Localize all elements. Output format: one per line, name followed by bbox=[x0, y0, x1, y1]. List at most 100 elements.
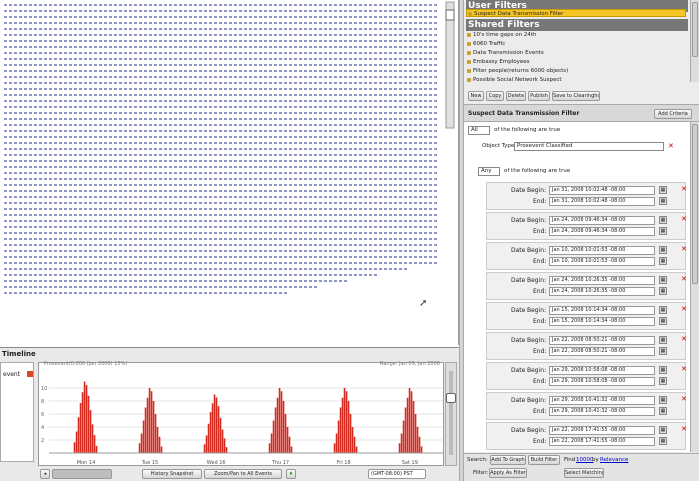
remove-date-icon[interactable]: ✕ bbox=[681, 275, 687, 283]
begin-date-input[interactable]: Jan 29, 2008 10:41:32 -08:00 bbox=[549, 396, 655, 405]
relevance-link[interactable]: Relevance bbox=[600, 457, 628, 463]
histogram-bar[interactable] bbox=[345, 391, 348, 453]
histogram-bar[interactable] bbox=[91, 424, 94, 453]
graph-nodes[interactable] bbox=[4, 4, 437, 294]
histogram-bar[interactable] bbox=[158, 436, 161, 453]
histogram-bar[interactable] bbox=[213, 394, 216, 454]
histogram-bar[interactable] bbox=[138, 443, 141, 453]
filters-scrollbar[interactable] bbox=[690, 0, 699, 82]
begin-date-input[interactable]: Jan 31, 2008 10:02:48 -08:00 bbox=[549, 186, 655, 195]
histogram-bar[interactable] bbox=[160, 446, 163, 454]
remove-date-icon[interactable]: ✕ bbox=[681, 305, 687, 313]
calendar-icon[interactable]: ▦ bbox=[659, 347, 667, 355]
user-filter-item[interactable]: Suspect Data Transmission Filter bbox=[466, 9, 686, 17]
end-date-input[interactable]: Jan 29, 2008 10:58:08 -08:00 bbox=[549, 377, 655, 386]
shared-filter-item[interactable]: Possible Social Network Suspect bbox=[466, 76, 686, 84]
histogram-bar[interactable] bbox=[268, 443, 271, 453]
histogram-bar[interactable] bbox=[333, 443, 336, 453]
graph-zoom-slider[interactable] bbox=[445, 1, 455, 129]
calendar-icon[interactable]: ▦ bbox=[659, 306, 667, 314]
histogram-bar[interactable] bbox=[341, 397, 344, 453]
scrollbar-thumb[interactable] bbox=[692, 124, 698, 284]
calendar-icon[interactable]: ▦ bbox=[659, 426, 667, 434]
end-date-input[interactable]: Jan 22, 2008 17:41:55 -08:00 bbox=[549, 437, 655, 446]
histogram-bar[interactable] bbox=[211, 403, 214, 453]
remove-date-icon[interactable]: ✕ bbox=[681, 365, 687, 373]
histogram-bar[interactable] bbox=[282, 401, 285, 453]
graph-zoom-knob[interactable] bbox=[445, 9, 455, 21]
remove-date-icon[interactable]: ✕ bbox=[681, 245, 687, 253]
histogram-bar[interactable] bbox=[95, 445, 98, 453]
begin-date-input[interactable]: Jan 15, 2008 10:14:34 -08:00 bbox=[549, 306, 655, 315]
timeline-chart-svg[interactable]: 10 8 6 4 2 Mon 14 Tue 15 Wed 16 Thu 17 Fri 18 Sat … bbox=[39, 363, 445, 467]
histogram-bar[interactable] bbox=[335, 433, 338, 454]
day-burst[interactable] bbox=[333, 388, 358, 454]
histogram-bar[interactable] bbox=[205, 435, 208, 453]
calendar-icon[interactable]: ▦ bbox=[659, 197, 667, 205]
histogram-bar[interactable] bbox=[278, 388, 281, 453]
timezone-select[interactable]: (GMT-08:00) PST bbox=[368, 469, 426, 479]
histogram-bar[interactable] bbox=[150, 391, 153, 453]
histogram-bar[interactable] bbox=[398, 443, 401, 453]
zoom-all-button[interactable]: Zoom/Pan to All Events bbox=[204, 469, 282, 479]
calendar-icon[interactable]: ▦ bbox=[659, 317, 667, 325]
calendar-icon[interactable]: ▦ bbox=[659, 227, 667, 235]
save-clearinghouse-button[interactable]: Save to Clearinghouse bbox=[552, 91, 600, 101]
histogram-bar[interactable] bbox=[156, 427, 159, 453]
day-burst[interactable] bbox=[73, 381, 98, 454]
end-date-input[interactable]: Jan 10, 2008 10:01:53 -08:00 bbox=[549, 257, 655, 266]
apply-as-filter-button[interactable]: Apply As Filter bbox=[489, 468, 527, 478]
histogram-bar[interactable] bbox=[83, 381, 86, 454]
histogram-bar[interactable] bbox=[225, 447, 228, 453]
histogram-bar[interactable] bbox=[79, 402, 82, 453]
histogram-bar[interactable] bbox=[270, 433, 273, 454]
calendar-icon[interactable]: ▦ bbox=[659, 216, 667, 224]
histogram-bar[interactable] bbox=[408, 388, 411, 453]
find-count-link[interactable]: 10000 bbox=[576, 457, 594, 463]
shared-filter-item[interactable]: 6060 Traffic bbox=[466, 40, 686, 48]
histogram-bar[interactable] bbox=[207, 423, 210, 453]
calendar-icon[interactable]: ▦ bbox=[659, 407, 667, 415]
histogram-bar[interactable] bbox=[280, 391, 283, 453]
day-burst[interactable] bbox=[138, 388, 163, 454]
day-burst[interactable] bbox=[398, 388, 423, 454]
timeline-chart[interactable]: 10 8 6 4 2 Mon 14 Tue 15 Wed 16 Thu 17 Fri 18 Sat … bbox=[38, 362, 444, 466]
histogram-bar[interactable] bbox=[355, 446, 358, 454]
histogram-bar[interactable] bbox=[219, 417, 222, 453]
remove-date-icon[interactable]: ✕ bbox=[681, 395, 687, 403]
delete-filter-button[interactable]: Delete bbox=[506, 91, 526, 101]
histogram-bar[interactable] bbox=[154, 414, 157, 453]
histogram-bar[interactable] bbox=[217, 406, 220, 453]
day-burst[interactable] bbox=[268, 388, 293, 454]
end-date-input[interactable]: Jan 22, 2008 08:50:21 -08:00 bbox=[549, 347, 655, 356]
select-matching-button[interactable]: Select Matching bbox=[564, 468, 604, 478]
histogram-bar[interactable] bbox=[148, 388, 151, 453]
copy-filter-button[interactable]: Copy bbox=[486, 91, 504, 101]
any-select[interactable]: Any bbox=[478, 167, 500, 176]
day-burst[interactable] bbox=[203, 394, 228, 454]
histogram-bar[interactable] bbox=[400, 433, 403, 454]
histogram-bar[interactable] bbox=[404, 407, 407, 454]
remove-date-icon[interactable]: ✕ bbox=[681, 425, 687, 433]
begin-date-input[interactable]: Jan 29, 2008 10:58:08 -08:00 bbox=[549, 366, 655, 375]
remove-criteria-icon[interactable]: ✕ bbox=[668, 142, 674, 150]
histogram-bar[interactable] bbox=[75, 431, 78, 453]
histogram-bar[interactable] bbox=[85, 385, 88, 453]
histogram-bar[interactable] bbox=[290, 446, 293, 454]
histogram-bar[interactable] bbox=[221, 429, 224, 453]
end-date-input[interactable]: Jan 24, 2008 09:46:34 -08:00 bbox=[549, 227, 655, 236]
build-filter-button[interactable]: Build Filter bbox=[528, 455, 560, 465]
begin-date-input[interactable]: Jan 24, 2008 10:26:35 -08:00 bbox=[549, 276, 655, 285]
calendar-icon[interactable]: ▦ bbox=[659, 377, 667, 385]
histogram-bar[interactable] bbox=[81, 392, 84, 453]
histogram-bar[interactable] bbox=[414, 414, 417, 453]
slider-knob[interactable] bbox=[446, 393, 456, 403]
histogram-bar[interactable] bbox=[203, 444, 206, 453]
histogram-bar[interactable] bbox=[146, 397, 149, 453]
play-button[interactable]: ◂ bbox=[40, 469, 50, 479]
timeline-scrollbar[interactable] bbox=[52, 469, 112, 479]
filter-editor-scrollbar[interactable] bbox=[691, 122, 699, 452]
histogram-bar[interactable] bbox=[339, 407, 342, 454]
all-any-select[interactable]: All bbox=[468, 126, 490, 135]
histogram-bar[interactable] bbox=[286, 427, 289, 453]
